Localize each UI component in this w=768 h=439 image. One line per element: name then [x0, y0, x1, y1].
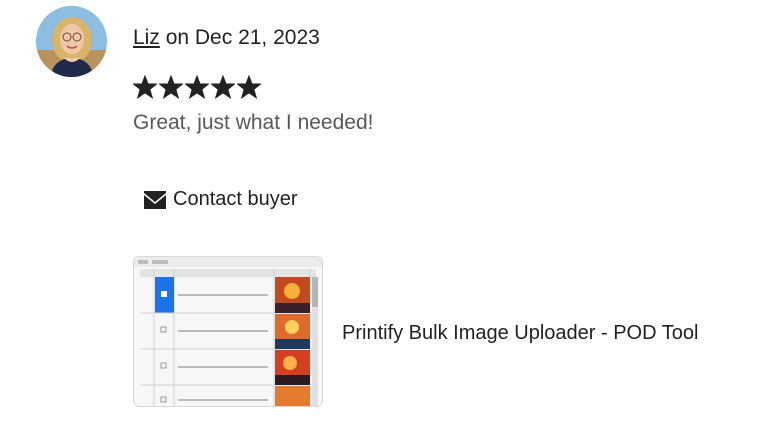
contact-buyer-button[interactable]: Contact buyer	[144, 188, 298, 211]
review-byline: Liz on Dec 21, 2023	[133, 26, 320, 50]
reviewer-avatar[interactable]	[36, 6, 107, 77]
envelope-icon	[144, 190, 166, 209]
reviewer-name-link[interactable]: Liz	[133, 26, 160, 49]
product-thumbnail[interactable]	[133, 256, 323, 407]
review-text: Great, just what I needed!	[133, 111, 374, 134]
contact-buyer-label: Contact buyer	[173, 188, 298, 210]
star-icon	[158, 74, 184, 100]
star-icon	[184, 74, 210, 100]
star-rating	[132, 74, 262, 100]
star-icon	[236, 74, 262, 100]
product-title-link[interactable]: Printify Bulk Image Uploader - POD Tool	[342, 322, 698, 345]
star-icon	[210, 74, 236, 100]
star-icon	[132, 74, 158, 100]
review-date: on Dec 21, 2023	[159, 26, 320, 49]
